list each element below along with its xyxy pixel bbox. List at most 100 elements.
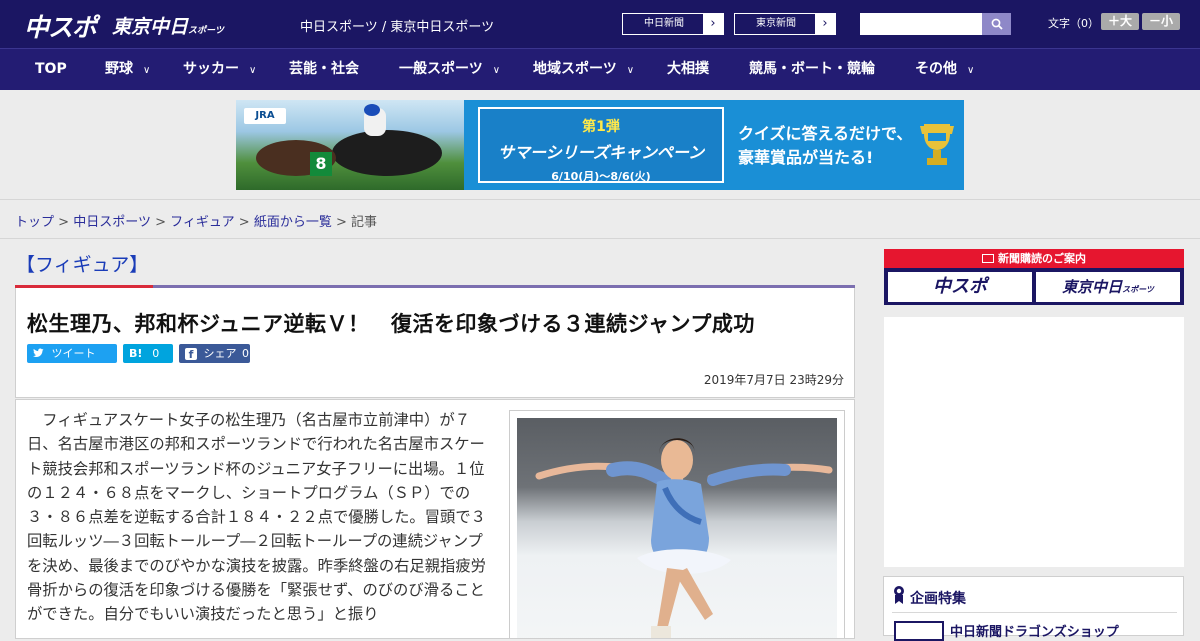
- font-size-label: 文字（0）: [1048, 17, 1099, 30]
- hatena-icon: B!: [129, 347, 143, 360]
- nav-item-local-sports[interactable]: 地域スポーツ ∨: [533, 49, 634, 90]
- campaign-title: 第1弾: [582, 119, 620, 135]
- search-input[interactable]: [860, 13, 982, 35]
- nav-item-sumo[interactable]: 大相撲: [667, 49, 709, 90]
- nav-item-others[interactable]: その他 ∨: [915, 49, 974, 90]
- subscription-title: 新聞購読のご案内: [884, 249, 1184, 268]
- tokyo-chunichi-logo-text: 東京中日: [112, 16, 189, 38]
- subscribe-chuspo[interactable]: 中スポ: [888, 272, 1032, 302]
- chevron-down-icon: ∨: [626, 65, 635, 76]
- dragons-shop-thumbnail[interactable]: [894, 621, 944, 641]
- site-tagline: 中日スポーツ / 東京中日スポーツ: [300, 20, 495, 35]
- article-body: フィギュアスケート女子の松生理乃（名古屋市立前津中）が７日、名古屋市港区の邦和ス…: [15, 399, 855, 639]
- breadcrumb-figure[interactable]: フィギュア: [170, 215, 234, 230]
- nav-item-soccer[interactable]: サッカー ∨: [183, 49, 256, 90]
- breadcrumb-paper-list[interactable]: 紙面から一覧: [254, 215, 332, 230]
- facebook-count: 0: [242, 347, 249, 360]
- chevron-down-icon: ∨: [492, 65, 501, 76]
- jra-campaign-banner[interactable]: 8 JRA 第1弾 サマーシリーズキャンペーン 6/10(月)～8/6(火) ク…: [236, 100, 964, 190]
- twitter-icon: [33, 348, 44, 358]
- breadcrumb: トップ > 中日スポーツ > フィギュア > 紙面から一覧 > 記事: [15, 211, 377, 230]
- site-header: 中スポ 東京中日スポーツ 中日スポーツ / 東京中日スポーツ 中日新聞 › 東京…: [0, 0, 1200, 48]
- nav-item-label: TOP: [35, 61, 67, 77]
- ribbon-icon: [894, 586, 904, 604]
- nav-item-label: 野球: [105, 61, 133, 77]
- chevron-down-icon: ∨: [249, 65, 257, 76]
- jockey-helmet: [364, 104, 380, 116]
- search-button[interactable]: [982, 13, 1011, 35]
- article-photo-frame: [509, 410, 845, 638]
- main-nav: TOP 野球 ∨ サッカー ∨ 芸能・社会 一般スポーツ ∨ 地域スポーツ ∨ 大相撲 …: [0, 48, 1200, 90]
- newspaper-icon: [982, 254, 994, 263]
- tweet-label: ツイート: [51, 347, 96, 360]
- hatena-count: 0: [152, 347, 160, 360]
- nav-item-top[interactable]: TOP: [35, 49, 67, 90]
- nav-item-label: 大相撲: [667, 61, 709, 77]
- chevron-down-icon: ∨: [143, 65, 151, 76]
- article-date: 2019年7月7日 23時29分: [703, 373, 844, 387]
- nav-item-label: その他: [915, 61, 957, 77]
- chunichi-shimbun-link-label: 中日新聞: [644, 18, 684, 29]
- campaign-quiz-text: クイズに答えるだけで、 豪華賞品が当たる!: [738, 122, 912, 170]
- chevron-down-icon: ∨: [967, 65, 975, 76]
- tokyo-shimbun-link-label: 東京新聞: [756, 18, 796, 29]
- campaign-panel: 第1弾 サマーシリーズキャンペーン 6/10(月)～8/6(火): [478, 107, 724, 183]
- facebook-share-label: シェア: [203, 347, 237, 360]
- ad-banner-zone: 8 JRA 第1弾 サマーシリーズキャンペーン 6/10(月)～8/6(火) ク…: [0, 90, 1200, 200]
- tokyo-chunichi-logo-small: スポーツ: [188, 26, 224, 36]
- article-category[interactable]: 【フィギュア】: [16, 250, 148, 277]
- nav-item-label: 地域スポーツ: [533, 61, 617, 77]
- nav-item-label: 一般スポーツ: [399, 61, 483, 77]
- nav-item-baseball[interactable]: 野球 ∨: [105, 49, 150, 90]
- campaign-main: サマーシリーズキャンペーン: [497, 143, 705, 162]
- trophy-icon: [920, 124, 954, 165]
- tweet-button[interactable]: ツイート: [27, 344, 117, 363]
- subscribe-tokyo-chunichi[interactable]: 東京中日スポーツ: [1036, 272, 1180, 302]
- campaign-dates: 6/10(月)～8/6(火): [551, 170, 651, 183]
- subscription-title-text: 新聞購読のご案内: [998, 252, 1086, 265]
- chevron-right-icon: ›: [703, 14, 723, 34]
- facebook-share-button[interactable]: f シェア 0: [179, 344, 250, 363]
- breadcrumb-top[interactable]: トップ: [15, 215, 54, 230]
- nav-item-general-sports[interactable]: 一般スポーツ ∨: [399, 49, 500, 90]
- horse-race-photo: 8 JRA: [236, 100, 464, 190]
- chevron-right-icon: ›: [815, 14, 835, 34]
- font-bigger-button[interactable]: ＋大: [1101, 13, 1139, 30]
- quiz-line-2: 豪華賞品が当たる!: [738, 148, 874, 167]
- hatena-bookmark-button[interactable]: B! 0: [123, 344, 173, 363]
- tokyo-shimbun-link[interactable]: 東京新聞 ›: [734, 13, 836, 35]
- nav-item-label: 芸能・社会: [289, 61, 359, 77]
- saddle-number: 8: [310, 152, 332, 176]
- article-headline: 松生理乃、邦和杯ジュニア逆転Ｖ！ 復活を印象づける３連続ジャンプ成功: [27, 312, 755, 336]
- font-smaller-button[interactable]: －小: [1142, 13, 1180, 30]
- breadcrumb-separator: >: [58, 215, 70, 230]
- subscription-banner[interactable]: 新聞購読のご案内 中スポ 東京中日スポーツ: [884, 249, 1184, 305]
- article-header: 松生理乃、邦和杯ジュニア逆転Ｖ！ 復活を印象づける３連続ジャンプ成功 ツイート …: [15, 288, 855, 398]
- chuspo-logo[interactable]: 中スポ: [24, 8, 97, 44]
- horse-shape: [332, 130, 442, 176]
- jra-logo: JRA: [244, 108, 286, 124]
- feature-divider: [892, 612, 1177, 613]
- subscribe-tokyo-chunichi-small: スポーツ: [1122, 285, 1154, 294]
- breadcrumb-separator: >: [238, 215, 250, 230]
- feature-title: 企画特集: [910, 591, 966, 607]
- feature-section: 企画特集 中日新聞ドラゴンズショップ: [883, 576, 1184, 641]
- facebook-icon: f: [185, 348, 197, 361]
- breadcrumb-separator: >: [335, 215, 347, 230]
- feature-item-dragons-shop[interactable]: 中日新聞ドラゴンズショップ: [950, 621, 1119, 640]
- nav-item-keiba-boat-keirin[interactable]: 競馬・ボート・競輪: [749, 49, 875, 90]
- chunichi-shimbun-link[interactable]: 中日新聞 ›: [622, 13, 724, 35]
- skater-photo[interactable]: [517, 418, 837, 638]
- tokyo-chunichi-logo[interactable]: 東京中日スポーツ: [112, 12, 224, 39]
- article-text: フィギュアスケート女子の松生理乃（名古屋市立前津中）が７日、名古屋市港区の邦和ス…: [27, 411, 486, 624]
- sidebar-ad-slot: [884, 317, 1184, 567]
- breadcrumb-separator: >: [155, 215, 166, 230]
- nav-item-label: 競馬・ボート・競輪: [749, 61, 875, 77]
- nav-item-label: サッカー: [183, 61, 239, 77]
- breadcrumb-current: 記事: [351, 215, 378, 230]
- subscribe-tokyo-chunichi-text: 東京中日: [1062, 278, 1123, 296]
- breadcrumb-chunichi-sports[interactable]: 中日スポーツ: [73, 215, 151, 230]
- search-icon: [991, 18, 1003, 30]
- figure-skater-illustration: [535, 438, 833, 638]
- nav-item-entertainment[interactable]: 芸能・社会: [289, 49, 359, 90]
